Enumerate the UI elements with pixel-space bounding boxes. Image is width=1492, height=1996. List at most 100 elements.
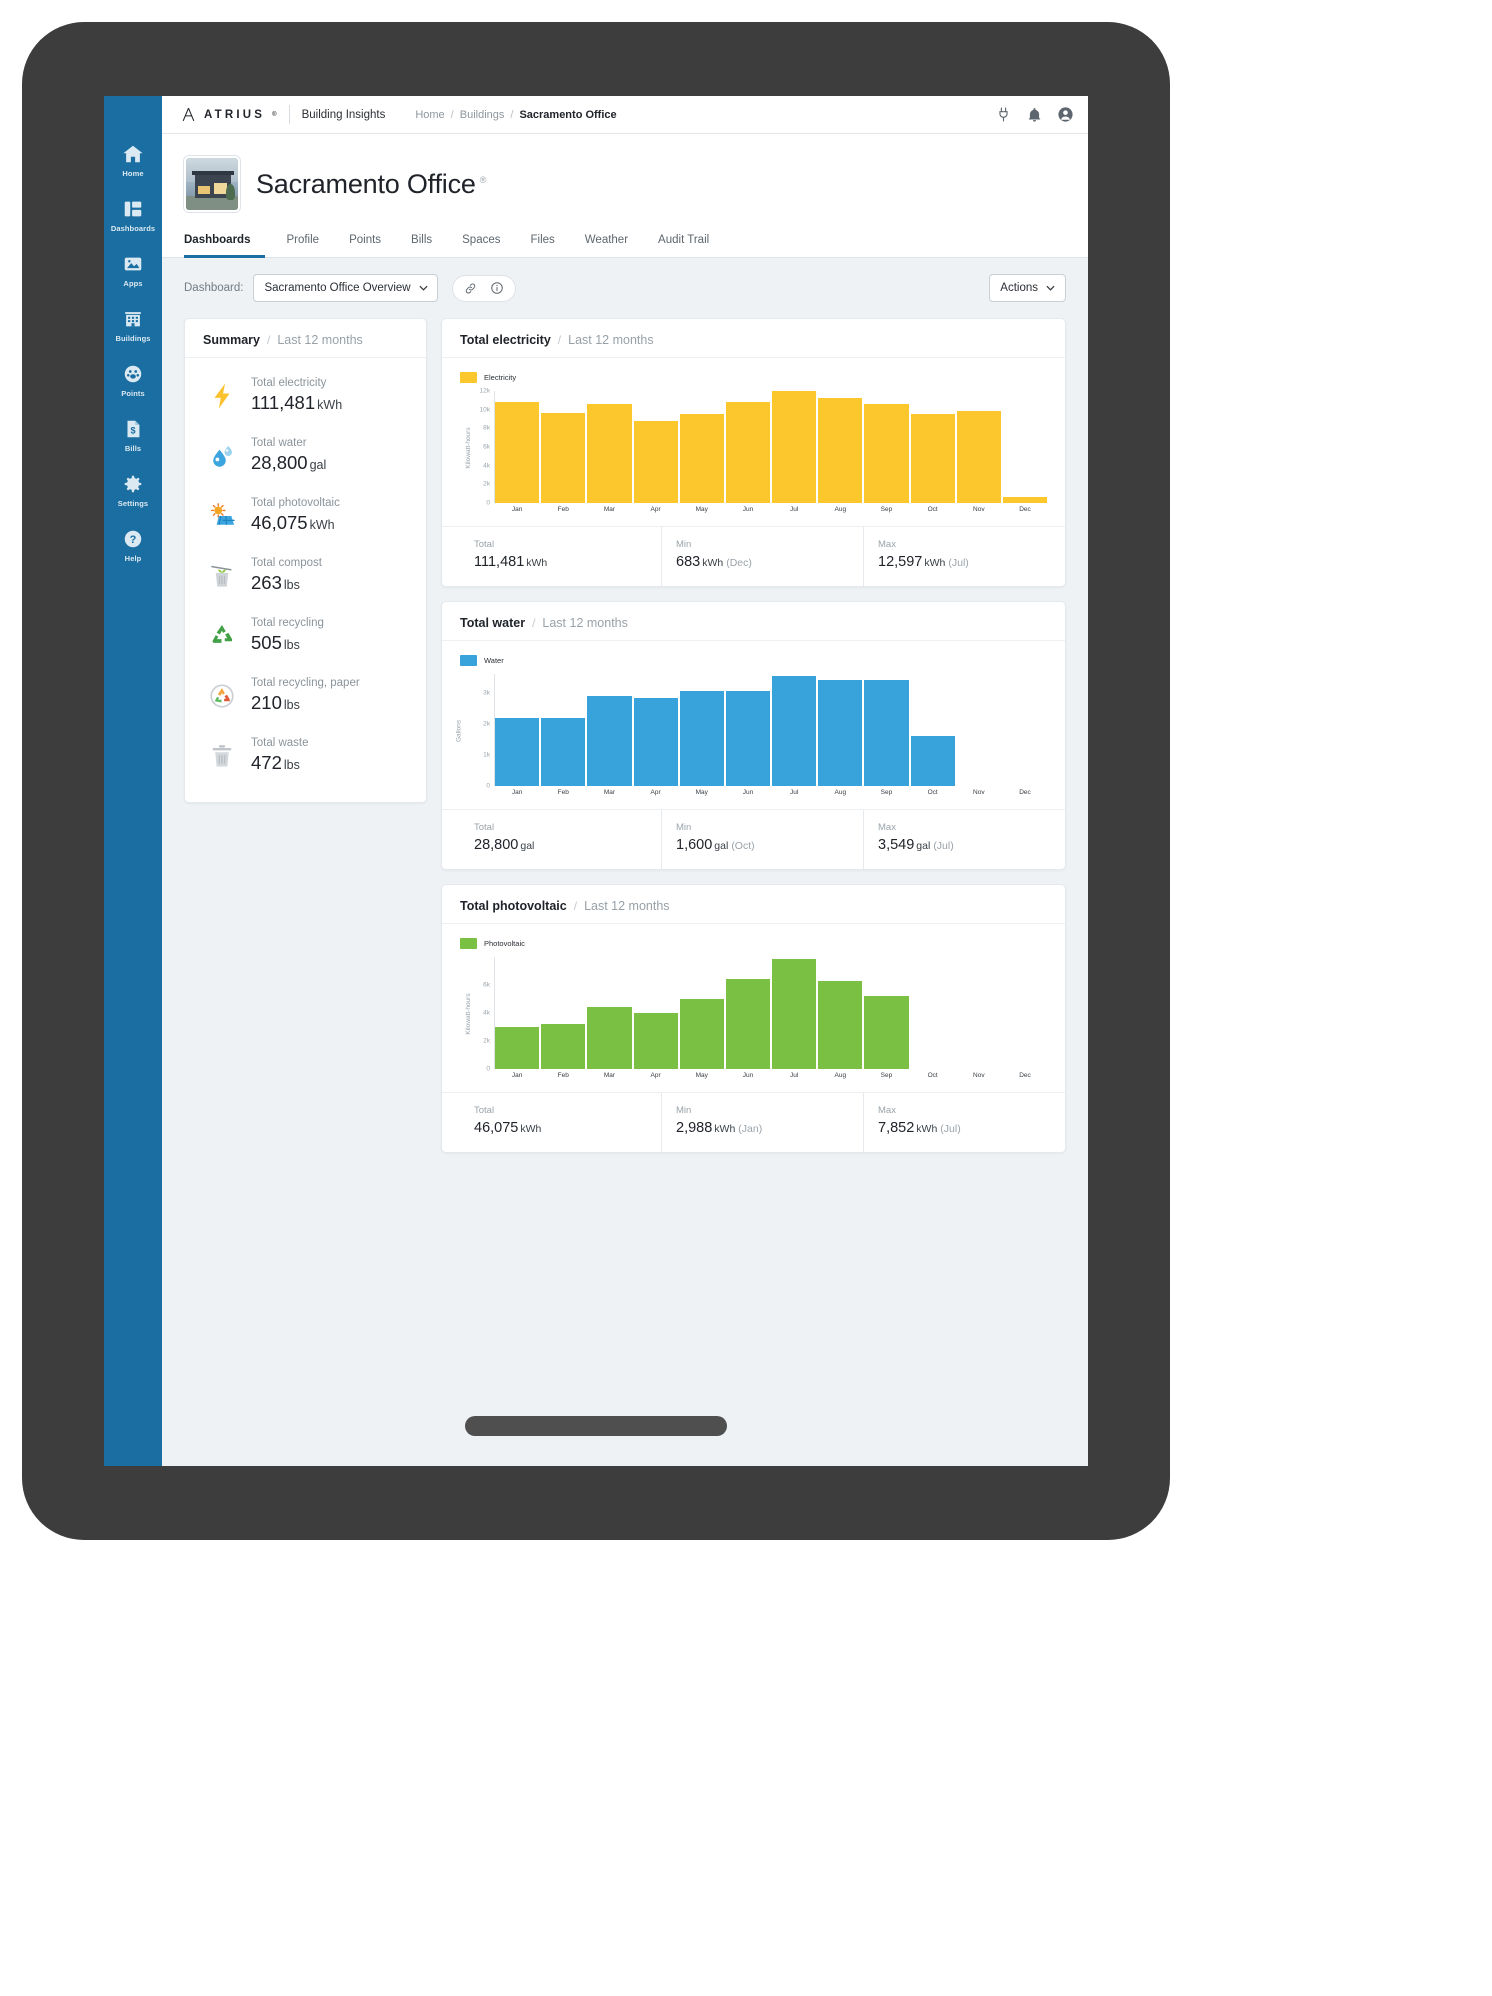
bar-slot[interactable] [818,674,863,786]
bar-jan[interactable] [495,718,540,786]
bar-mar[interactable] [587,696,632,786]
bar-slot[interactable] [864,957,909,1069]
bar-slot[interactable] [541,674,586,786]
bar-slot[interactable] [725,674,771,786]
sidebar-item-settings[interactable]: Settings [104,462,162,517]
bar-oct[interactable] [910,736,955,786]
bar-sep[interactable] [864,680,909,786]
bell-icon[interactable] [1026,106,1043,123]
bar-jun[interactable] [725,402,771,503]
bar-slot[interactable] [772,391,817,503]
bar-slot[interactable] [587,391,632,503]
bar-slot[interactable] [495,391,540,503]
bar-slot[interactable] [633,391,678,503]
bar-slot[interactable] [772,674,817,786]
bar-sep[interactable] [864,404,909,503]
bar-dec[interactable] [1002,496,1048,503]
bar-slot[interactable] [679,674,724,786]
bar-may[interactable] [679,413,724,503]
bar-slot[interactable] [910,391,955,503]
info-icon[interactable] [484,276,510,301]
bar-slot[interactable] [864,391,909,503]
bar-apr[interactable] [633,1013,678,1069]
bar-jan[interactable] [495,402,540,503]
bar-may[interactable] [679,999,724,1069]
bar-may[interactable] [679,691,724,786]
sidebar-nav: Home Dashboards Apps Buildings Points $ … [104,96,162,1466]
bar-slot[interactable] [864,674,909,786]
tab-files[interactable]: Files [516,234,570,258]
tab-bills[interactable]: Bills [396,234,447,258]
sidebar-item-apps[interactable]: Apps [104,242,162,297]
bar-slot[interactable] [1003,674,1047,786]
bar-feb[interactable] [541,718,586,786]
bar-feb[interactable] [541,413,586,503]
dashboard-select[interactable]: Sacramento Office Overview [253,274,438,302]
bar-slot[interactable] [633,674,678,786]
sidebar-item-home[interactable]: Home [104,132,162,187]
sidebar-item-dashboards[interactable]: Dashboards [104,187,162,242]
breadcrumb-home[interactable]: Home [415,109,444,121]
bar-slot[interactable] [957,957,1001,1069]
bar-slot[interactable] [1003,957,1047,1069]
bar-mar[interactable] [587,404,632,503]
bar-feb[interactable] [541,1023,586,1069]
bar-slot[interactable] [541,957,586,1069]
bar-slot[interactable] [772,957,817,1069]
bar-aug[interactable] [818,680,863,786]
bar-jul[interactable] [772,675,817,786]
tab-profile[interactable]: Profile [271,234,334,258]
bar-nov[interactable] [956,410,1001,503]
chart-legend: Photovoltaic [442,924,1065,949]
bar-slot[interactable] [911,957,955,1069]
bar-slot[interactable] [679,957,724,1069]
link-icon[interactable] [458,276,484,301]
tab-audit-trail[interactable]: Audit Trail [643,234,724,258]
bar-slot[interactable] [910,674,955,786]
tab-dashboards[interactable]: Dashboards [184,234,266,258]
bar-slot[interactable] [495,957,540,1069]
bar-jul[interactable] [772,959,817,1069]
bar-jun[interactable] [725,979,771,1069]
bar-slot[interactable] [818,957,863,1069]
tab-points[interactable]: Points [334,234,396,258]
tab-spaces[interactable]: Spaces [447,234,515,258]
bar-slot[interactable] [587,957,632,1069]
bar-slot[interactable] [725,957,771,1069]
gear-icon [104,473,162,495]
user-avatar-icon[interactable] [1057,106,1074,123]
bar-aug[interactable] [818,980,863,1069]
bar-jan[interactable] [495,1027,540,1069]
bar-slot[interactable] [679,391,724,503]
bar-apr[interactable] [633,421,678,503]
bar-jun[interactable] [725,691,771,786]
bar-jul[interactable] [772,391,817,503]
brand-logo[interactable]: ATRIUS ® [180,106,277,123]
sidebar-item-points[interactable]: Points [104,352,162,407]
bar-sep[interactable] [864,996,909,1069]
sidebar-item-help[interactable]: ? Help [104,517,162,572]
bar-oct[interactable] [910,414,955,503]
bar-slot[interactable] [818,391,863,503]
top-bar: ATRIUS ® Building Insights Home / Buildi… [162,96,1088,134]
buildings-icon [104,308,162,330]
page-title-badge: ® [479,174,487,185]
sidebar-item-buildings[interactable]: Buildings [104,297,162,352]
x-axis-tick-label: Sep [880,789,893,796]
bar-mar[interactable] [587,1006,632,1069]
breadcrumb-buildings[interactable]: Buildings [460,109,505,121]
tab-weather[interactable]: Weather [570,234,643,258]
actions-button[interactable]: Actions [989,274,1066,302]
sidebar-item-bills[interactable]: $ Bills [104,407,162,462]
bar-apr[interactable] [633,697,678,786]
bar-slot[interactable] [587,674,632,786]
bar-slot[interactable] [1002,391,1048,503]
bar-slot[interactable] [956,391,1001,503]
plug-icon[interactable] [995,106,1012,123]
bar-slot[interactable] [541,391,586,503]
bar-slot[interactable] [495,674,540,786]
bar-slot[interactable] [957,674,1001,786]
bar-slot[interactable] [725,391,771,503]
bar-slot[interactable] [633,957,678,1069]
bar-aug[interactable] [818,398,863,503]
